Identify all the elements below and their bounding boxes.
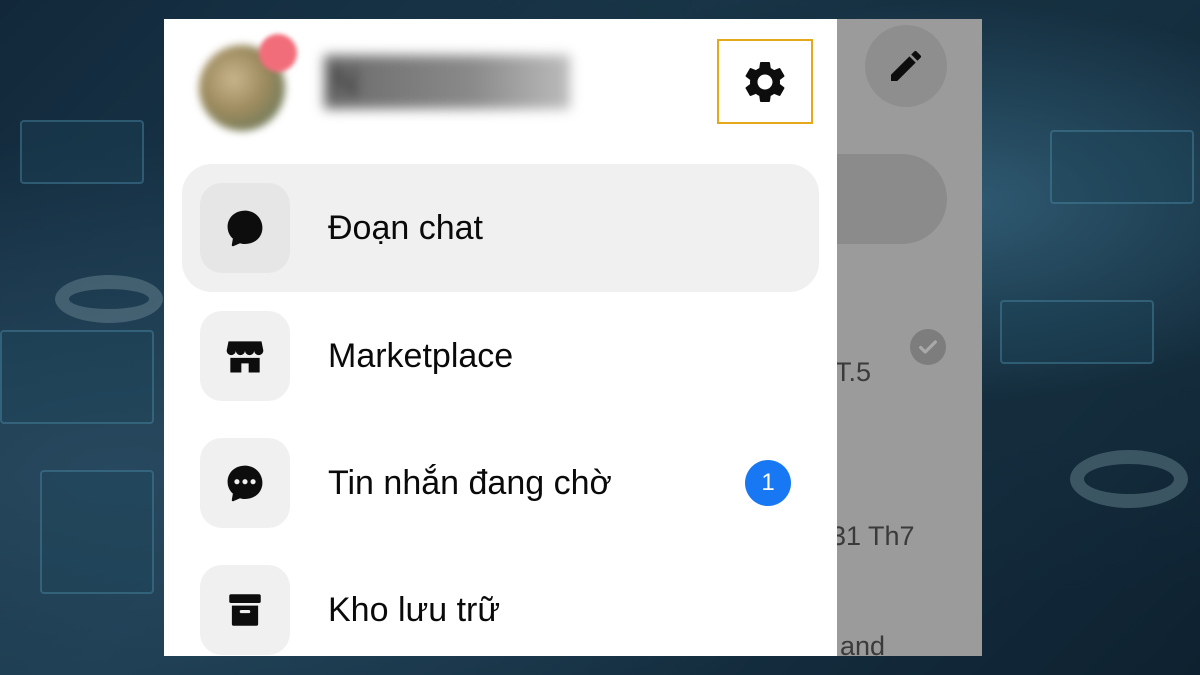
circuit-ring: [55, 275, 163, 323]
menu-label: Marketplace: [328, 336, 514, 375]
circuit-chip: [1000, 300, 1154, 364]
search-bar-dimmed: [837, 154, 947, 244]
unread-badge: 1: [745, 460, 791, 506]
circuit-chip: [40, 470, 154, 594]
menu-icon-box: [200, 183, 290, 273]
circuit-chip: [20, 120, 144, 184]
circuit-chip: [1050, 130, 1194, 204]
menu-item-marketplace[interactable]: Marketplace: [182, 292, 819, 420]
menu-label: Kho lưu trữ: [328, 590, 501, 629]
avatar-story-dot: [259, 34, 297, 72]
menu-item-archive[interactable]: Kho lưu trữ: [182, 546, 819, 656]
gear-icon: [745, 61, 785, 102]
circuit-ring: [1070, 450, 1188, 508]
message-pending-icon: [227, 465, 263, 502]
chat-list-dimmed: [837, 19, 982, 656]
storefront-icon: [226, 341, 264, 373]
menu-label: Đoạn chat: [328, 208, 483, 247]
pencil-icon: [891, 50, 922, 81]
menu-item-message-requests[interactable]: Tin nhắn đang chờ 1: [182, 419, 819, 547]
navigation-drawer: N Đoạn chat Marketplace Tin nhắn đang ch…: [164, 19, 837, 656]
settings-button[interactable]: [717, 39, 813, 124]
compose-button[interactable]: [865, 25, 947, 107]
profile-name: N: [324, 55, 570, 109]
menu-label: Tin nhắn đang chờ: [328, 463, 612, 502]
chat-row-time: 31 Th7: [831, 521, 915, 551]
chat-row-time: T.5: [835, 357, 872, 387]
read-check-icon: [910, 329, 946, 365]
phone-screen: T.5 31 Th7 and N Đoạn chat Marketplace T…: [164, 19, 982, 656]
menu-icon-box: [200, 311, 290, 401]
menu-item-chats[interactable]: Đoạn chat: [182, 164, 819, 292]
chat-row-snippet: and: [840, 631, 886, 656]
menu-icon-box: [200, 565, 290, 655]
chat-bubble-icon: [227, 210, 263, 247]
circuit-chip: [0, 330, 154, 424]
archive-icon: [229, 594, 261, 626]
menu-icon-box: [200, 438, 290, 528]
